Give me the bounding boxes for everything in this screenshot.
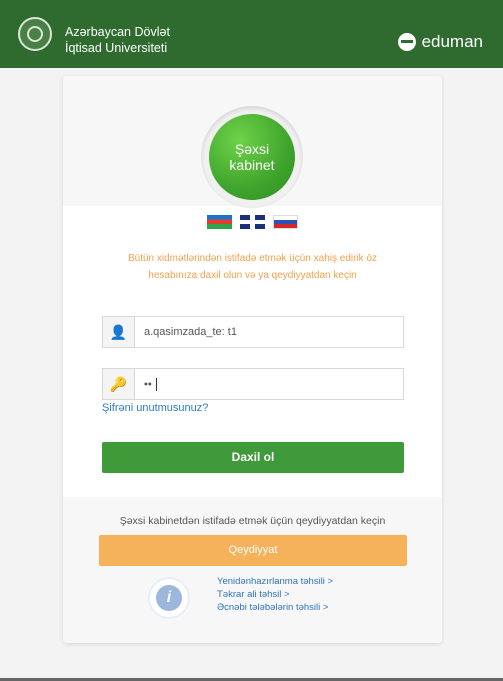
uk-flag-icon[interactable]	[240, 215, 265, 229]
badge-text-line-1: Şəxsi	[234, 141, 270, 157]
login-notice-line-1: Bütün xidmətlərindən istifadə etmək üçün…	[127, 253, 378, 264]
link-foreign-students[interactable]: Əcnəbi tələbələrin təhsili >	[217, 601, 333, 614]
university-name: Azərbaycan Dövlət İqtisad Universiteti	[65, 24, 170, 56]
eduman-logo-icon	[397, 33, 416, 51]
password-value: ••	[144, 377, 152, 390]
registration-note: Şəxsi kabinetdən istifadə etmək üçün qey…	[119, 515, 386, 527]
username-field[interactable]: 👤 a.qasimzada_te: t1	[102, 316, 404, 348]
text-cursor	[155, 377, 157, 391]
login-card: Şəxsi kabinet Bütün xidmətlərindən istif…	[63, 76, 442, 643]
forgot-password-link[interactable]: Şifrəni unutmusunuz?	[102, 402, 208, 414]
register-button[interactable]: Qeydiyyat	[99, 535, 407, 566]
info-icon: i	[148, 577, 190, 619]
user-icon: 👤	[103, 317, 135, 347]
azerbaijan-flag-icon[interactable]	[207, 215, 232, 229]
password-input[interactable]: ••	[135, 377, 157, 391]
link-retraining[interactable]: Yenidənhazırlanma təhsili >	[217, 575, 333, 588]
login-notice-line-2: hesabınıza daxil olun və ya qeydiyyatdan…	[148, 270, 357, 281]
university-name-line-2: İqtisad Universiteti	[65, 41, 168, 55]
link-second-higher[interactable]: Təkrar ali təhsil >	[217, 588, 333, 601]
language-flags	[207, 215, 298, 229]
badge-text-line-2: kabinet	[229, 157, 275, 173]
brand-name: eduman	[421, 32, 483, 51]
password-field[interactable]: 🔑 ••	[102, 368, 404, 400]
info-icon-inner: i	[156, 585, 182, 611]
university-logo-icon	[18, 17, 52, 51]
russia-flag-icon[interactable]	[273, 215, 298, 229]
info-links: Yenidənhazırlanma təhsili > Təkrar ali t…	[217, 575, 333, 614]
login-button[interactable]: Daxil ol	[102, 442, 404, 473]
key-icon: 🔑	[103, 369, 135, 399]
login-notice: Bütün xidmətlərindən istifadə etmək üçün…	[96, 250, 409, 284]
username-input[interactable]: a.qasimzada_te: t1	[135, 326, 237, 338]
university-name-line-1: Azərbaycan Dövlət	[65, 25, 170, 39]
personal-cabinet-badge: Şəxsi kabinet	[209, 114, 295, 200]
top-header: Azərbaycan Dövlət İqtisad Universiteti e…	[0, 0, 503, 68]
eduman-brand[interactable]: eduman	[397, 32, 483, 52]
